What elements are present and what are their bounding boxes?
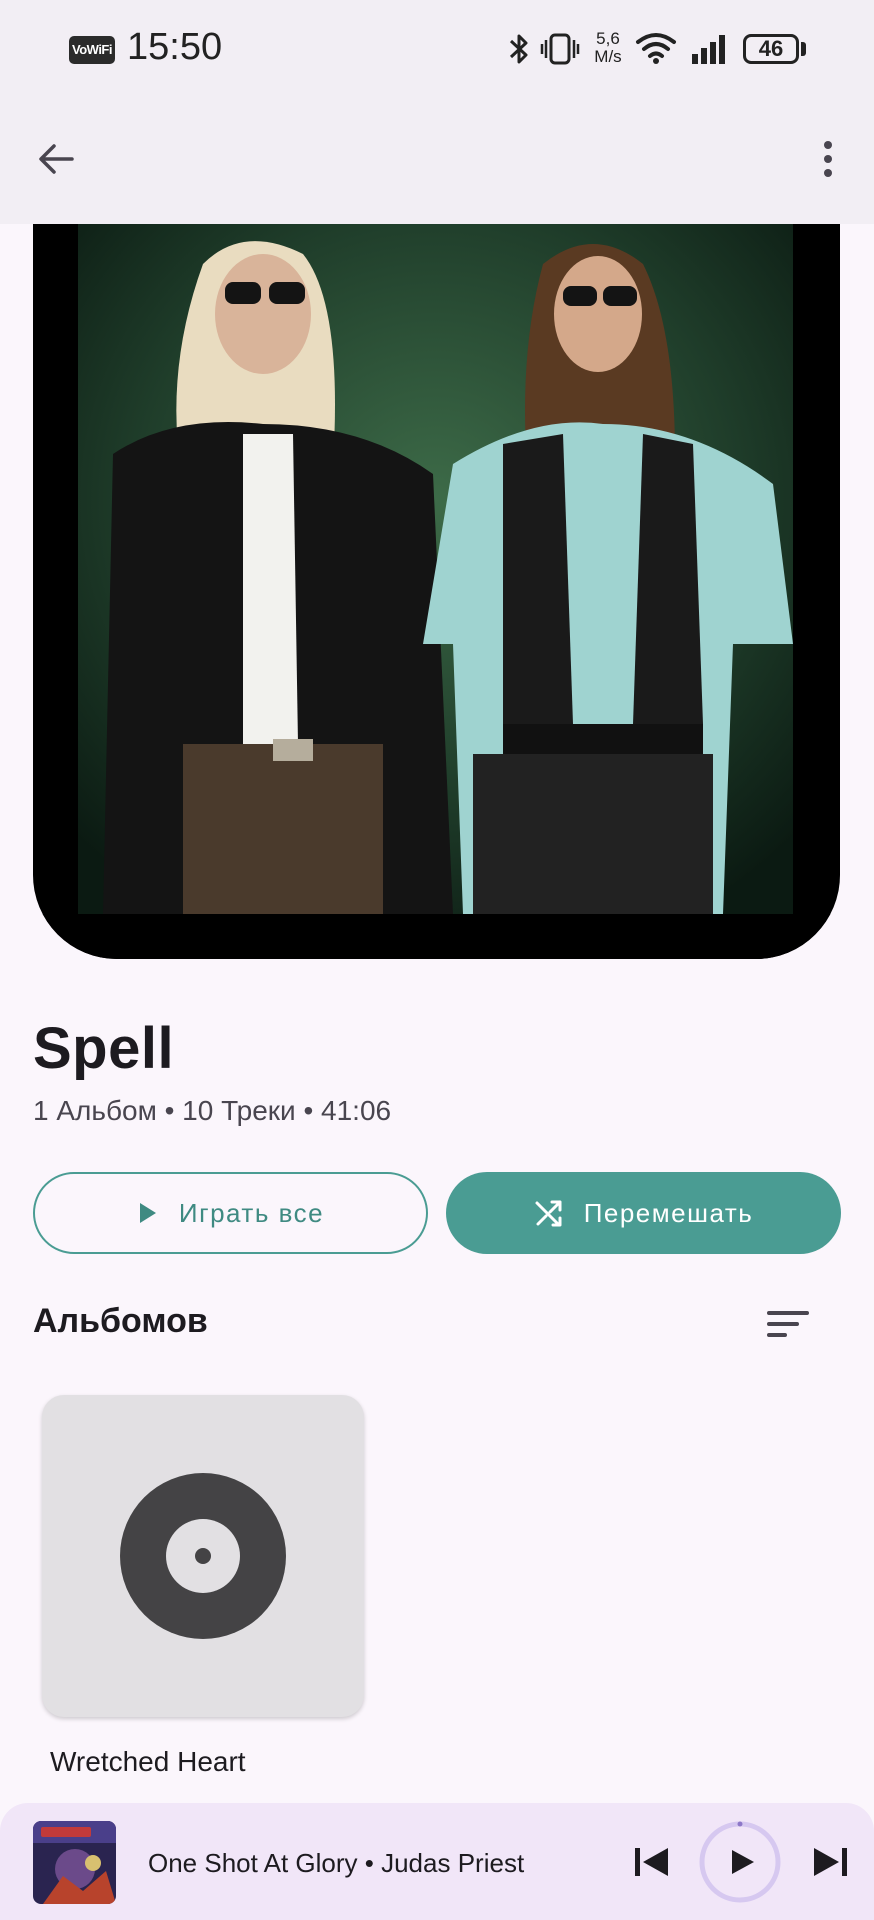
battery-tip (801, 42, 806, 56)
albums-section-title: Альбомов (33, 1302, 208, 1340)
play-icon (699, 1821, 781, 1903)
artist-meta: 1 Альбом • 10 Треки • 41:06 (33, 1095, 392, 1126)
app-bar (0, 100, 874, 224)
shuffle-label: Перемешать (583, 1197, 754, 1228)
skip-previous-button[interactable] (624, 1834, 680, 1890)
skip-previous-icon (635, 1848, 668, 1876)
back-button[interactable] (28, 130, 84, 186)
artist-photo (33, 224, 840, 959)
artist-photo-illustration (33, 224, 840, 959)
vibrate-icon (540, 33, 580, 65)
wifi-icon (636, 33, 676, 64)
vinyl-disc-icon (120, 1473, 286, 1639)
play-all-label: Играть все (178, 1197, 325, 1228)
net-speed-unit: M/s (594, 47, 622, 66)
shuffle-icon (535, 1200, 562, 1227)
album-cover-art (33, 1821, 116, 1904)
more-options-button[interactable] (800, 130, 856, 186)
battery-icon: 46 (743, 34, 799, 64)
mini-player-cover[interactable] (33, 1821, 116, 1904)
bluetooth-icon (509, 34, 528, 64)
signal-icon (692, 35, 725, 64)
more-vert-icon (824, 141, 832, 177)
album-card[interactable] (42, 1395, 364, 1717)
back-arrow-icon (39, 144, 74, 174)
status-time: 15:50 (127, 26, 223, 68)
artist-name: Spell (33, 1016, 175, 1081)
album-title[interactable]: Wretched Heart (50, 1746, 246, 1778)
sort-icon (767, 1311, 809, 1337)
play-all-button[interactable]: Играть все (33, 1172, 428, 1254)
mini-player-track: One Shot At Glory • Judas Priest (148, 1848, 525, 1878)
net-speed-value: 5,6 (596, 29, 620, 48)
play-pause-button[interactable] (698, 1820, 782, 1904)
vowifi-badge: VoWiFi (69, 36, 115, 64)
net-speed: 5,6 M/s (588, 30, 628, 66)
shuffle-button[interactable]: Перемешать (446, 1172, 841, 1254)
skip-next-icon (814, 1848, 847, 1876)
play-icon (139, 1203, 156, 1223)
sort-button[interactable] (760, 1296, 816, 1352)
skip-next-button[interactable] (802, 1834, 858, 1890)
